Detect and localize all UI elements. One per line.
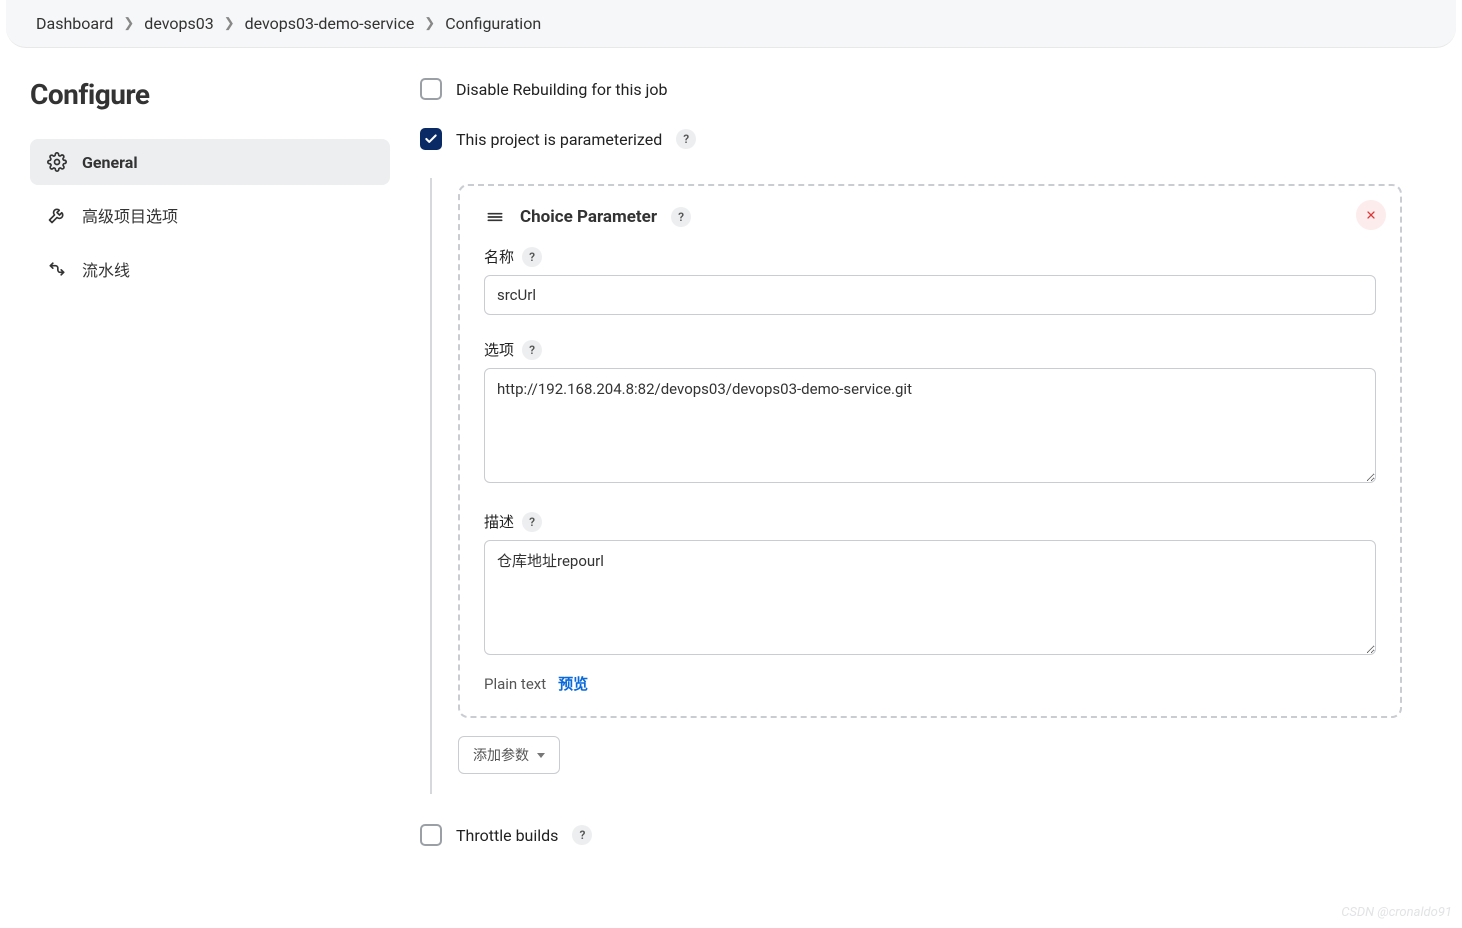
field-label: 选项 [484,339,514,360]
sidebar-item-label: 流水线 [82,257,130,281]
help-icon[interactable]: ? [522,340,542,360]
field-name: 名称 ? [484,246,1376,315]
drag-handle-icon[interactable] [484,206,506,228]
parameterized-block: Choice Parameter ? 名称 ? [430,178,1402,794]
breadcrumb-bar: Dashboard ❯ devops03 ❯ devops03-demo-ser… [6,0,1456,48]
chevron-right-icon: ❯ [224,16,235,31]
sidebar-item-general[interactable]: General [30,139,390,185]
main-content: Disable Rebuilding for this job This pro… [420,78,1432,846]
chevron-right-icon: ❯ [123,16,134,31]
name-input[interactable] [484,275,1376,315]
help-icon[interactable]: ? [676,129,696,149]
sidebar: Configure General 高级项目选项 流水线 [30,78,390,846]
breadcrumb-dashboard[interactable]: Dashboard [36,14,113,33]
breadcrumb-configuration[interactable]: Configuration [445,14,541,33]
breadcrumb-project[interactable]: devops03-demo-service [245,14,415,33]
sidebar-item-advanced[interactable]: 高级项目选项 [30,191,390,239]
field-label: 描述 [484,511,514,532]
pipeline-icon [46,258,68,280]
choice-parameter-card: Choice Parameter ? 名称 ? [458,184,1402,718]
breadcrumb-devops03[interactable]: devops03 [144,14,213,33]
option-throttle: Throttle builds ? [420,824,1402,846]
field-label: 名称 [484,246,514,267]
help-icon[interactable]: ? [522,247,542,267]
wrench-icon [46,204,68,226]
option-parameterized: This project is parameterized ? [420,128,1402,150]
plain-text-label: Plain text [484,675,546,693]
chevron-down-icon [537,753,545,758]
description-format-row: Plain text 预览 [484,673,1376,694]
close-icon[interactable] [1356,200,1386,230]
field-description: 描述 ? [484,511,1376,659]
breadcrumb: Dashboard ❯ devops03 ❯ devops03-demo-ser… [36,14,1426,33]
parameter-card-title: Choice Parameter [520,207,657,227]
add-parameter-label: 添加参数 [473,745,529,765]
gear-icon [46,151,68,173]
watermark: CSDN @cronaldo91 [1341,905,1452,920]
option-label: Disable Rebuilding for this job [456,80,668,99]
option-label: Throttle builds [456,826,558,845]
help-icon[interactable]: ? [671,207,691,227]
field-choices: 选项 ? [484,339,1376,487]
help-icon[interactable]: ? [522,512,542,532]
preview-link[interactable]: 预览 [558,673,588,694]
description-textarea[interactable] [484,540,1376,655]
checkbox-throttle[interactable] [420,824,442,846]
checkbox-disable-rebuild[interactable] [420,78,442,100]
option-disable-rebuild: Disable Rebuilding for this job [420,78,1402,100]
page-title: Configure [30,78,390,111]
choices-textarea[interactable] [484,368,1376,483]
add-parameter-button[interactable]: 添加参数 [458,736,560,774]
chevron-right-icon: ❯ [424,16,435,31]
checkbox-parameterized[interactable] [420,128,442,150]
help-icon[interactable]: ? [572,825,592,845]
sidebar-item-label: General [82,153,138,172]
option-label: This project is parameterized [456,130,662,149]
sidebar-item-label: 高级项目选项 [82,203,178,227]
sidebar-item-pipeline[interactable]: 流水线 [30,245,390,293]
